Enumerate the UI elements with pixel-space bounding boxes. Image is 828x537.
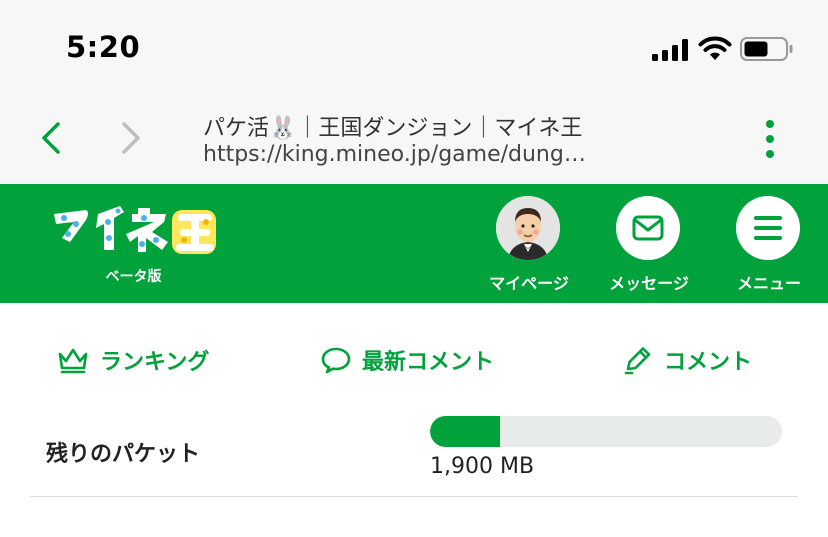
speech-bubble-icon [321, 347, 351, 374]
tab-comment-label: コメント [664, 350, 753, 375]
menu-label: メニュー [736, 274, 801, 293]
tab-comment[interactable]: コメント [622, 340, 752, 380]
crown-icon [58, 348, 88, 374]
browser-chrome: 5:20 パケ活🐰｜王国ダンジョン｜マイネ王 https://king.mine… [0, 0, 828, 184]
cellular-signal-icon [652, 39, 688, 61]
remaining-packet-label: 残りのパケット [46, 442, 201, 467]
status-time: 5:20 [66, 30, 141, 64]
back-icon[interactable] [36, 118, 66, 158]
remaining-packet-value: 1,900 MB [430, 454, 535, 479]
forward-icon [122, 122, 140, 154]
site-header: ベータ版 マイページ メッセージ メニュー [0, 184, 828, 303]
mypage-label: マイページ [489, 274, 569, 293]
tab-ranking[interactable]: ランキング [56, 340, 209, 380]
packet-progress-fill [430, 416, 501, 447]
message-button[interactable]: メッセージ [604, 196, 694, 296]
wifi-icon [698, 36, 732, 60]
tab-ranking-label: ランキング [100, 350, 210, 375]
avatar [496, 196, 560, 260]
pencil-icon [624, 347, 651, 375]
page-url[interactable]: https://king.mineo.jp/game/dung… [203, 142, 586, 167]
tab-latest-label: 最新コメント [362, 350, 495, 375]
hamburger-icon [754, 216, 782, 240]
packet-progress-bar [430, 416, 782, 447]
divider [30, 496, 798, 497]
envelope-icon [632, 215, 664, 241]
user-avatar-icon [496, 196, 560, 260]
page-title: パケ活🐰｜王国ダンジョン｜マイネ王 [203, 116, 583, 141]
logo-beta-label: ベータ版 [105, 269, 162, 285]
menu-button[interactable]: メニュー [724, 196, 814, 296]
mypage-button[interactable]: マイページ [484, 196, 574, 296]
more-options-icon[interactable] [760, 118, 780, 160]
message-label: メッセージ [609, 274, 689, 293]
tab-latest-comments[interactable]: 最新コメント [320, 340, 494, 380]
battery-icon [740, 37, 793, 61]
site-logo[interactable]: ベータ版 [46, 202, 226, 294]
mineo-king-logo [54, 206, 216, 254]
